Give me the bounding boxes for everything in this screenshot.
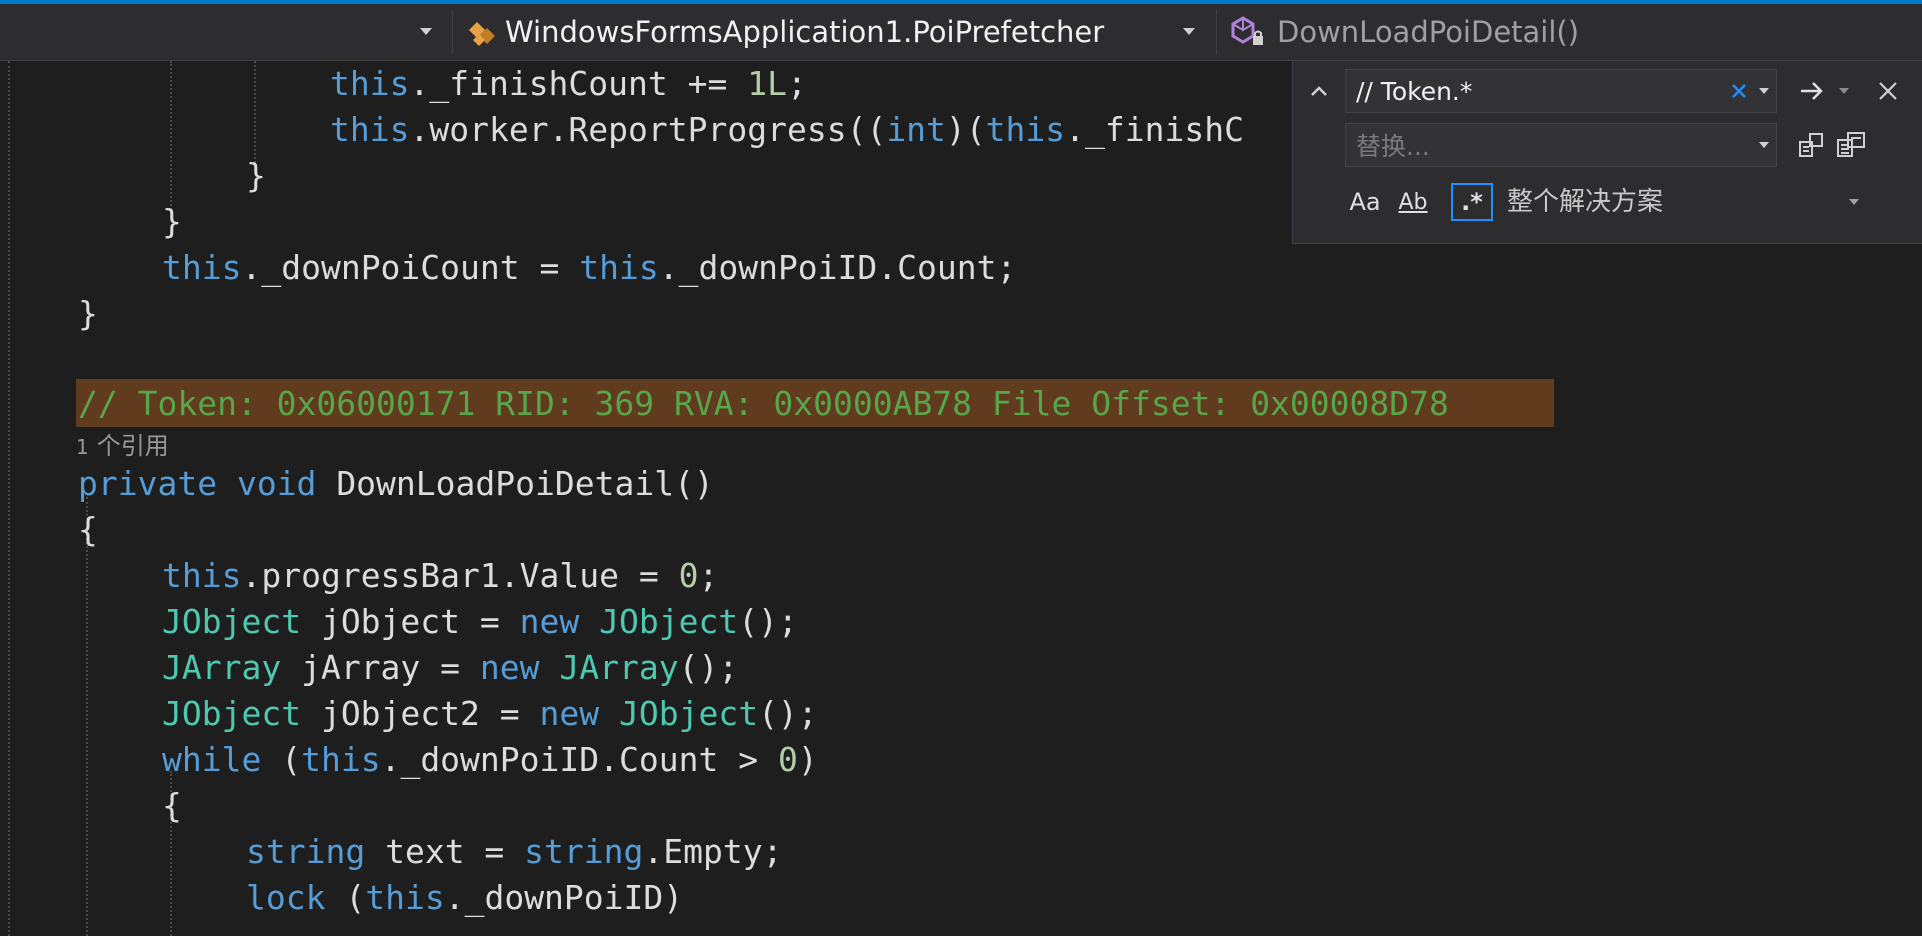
class-icon [463,14,499,50]
collapse-icon[interactable] [1303,75,1335,107]
code-line: } [246,156,266,195]
regex-label: .* [1461,188,1483,216]
match-case-toggle[interactable]: Aa [1345,183,1385,221]
indent-guide [86,497,88,936]
project-dropdown[interactable] [0,10,440,54]
chevron-down-icon[interactable] [1843,191,1865,213]
code-line: } [162,202,182,241]
code-line: this.worker.ReportProgress((int)(this._f… [330,110,1244,149]
method-signature: private void DownLoadPoiDetail() [78,464,714,503]
find-replace-panel: // Token.* 替换... Aa Ab .* 整个解决方案 [1292,61,1922,244]
code-line: JArray jArray = new JArray(); [162,648,739,687]
code-line: this.progressBar1.Value = 0; [162,556,719,595]
find-input[interactable]: // Token.* [1345,69,1777,113]
replace-input[interactable]: 替换... [1345,123,1777,167]
reference-count-lens[interactable]: 1 个引用 [76,427,169,465]
replace-next-icon[interactable] [1793,127,1829,163]
find-options-dropdown[interactable] [1833,79,1855,103]
code-line: this._downPoiCount = this._downPoiID.Cou… [162,248,1017,287]
find-input-value: // Token.* [1356,76,1473,106]
code-line: while (this._downPoiID.Count > 0) [162,740,818,779]
chevron-down-icon [420,28,432,35]
clear-icon[interactable] [1725,77,1753,105]
replace-history-dropdown[interactable] [1753,133,1775,157]
member-dropdown[interactable]: DownLoadPoiDetail() [1216,10,1922,54]
replace-input-placeholder: 替换... [1356,132,1430,161]
close-icon[interactable] [1871,75,1905,107]
search-scope-dropdown[interactable]: 整个解决方案 [1507,183,1663,221]
code-line: { [78,510,98,549]
whole-word-label: Ab [1398,189,1428,215]
code-line: lock (this._downPoiID) [246,878,684,917]
find-next-icon[interactable] [1795,75,1829,107]
class-dropdown-label: WindowsFormsApplication1.PoiPrefetcher [505,15,1105,49]
code-line: JObject jObject2 = new JObject(); [162,694,818,733]
find-history-dropdown[interactable] [1753,79,1775,103]
method-icon [1227,14,1271,50]
search-scope-label: 整个解决方案 [1507,187,1664,217]
replace-all-icon[interactable] [1833,127,1869,163]
class-dropdown[interactable]: WindowsFormsApplication1.PoiPrefetcher [452,10,1212,54]
regex-toggle[interactable]: .* [1451,183,1493,221]
match-case-label: Aa [1349,188,1381,216]
chevron-down-icon [1183,28,1195,35]
token-comment: // Token: 0x06000171 RID: 369 RVA: 0x000… [78,384,1449,423]
code-line: this._finishCount += 1L; [330,64,807,103]
indent-guide [170,61,172,221]
indent-guide [8,61,10,936]
code-line: JObject jObject = new JObject(); [162,602,798,641]
code-line: string text = string.Empty; [246,832,783,871]
navigation-bar: WindowsFormsApplication1.PoiPrefetcher D… [0,4,1922,61]
whole-word-toggle[interactable]: Ab [1393,183,1433,221]
code-line: { [162,786,182,825]
code-line: } [78,294,98,333]
member-dropdown-label: DownLoadPoiDetail() [1277,15,1580,49]
